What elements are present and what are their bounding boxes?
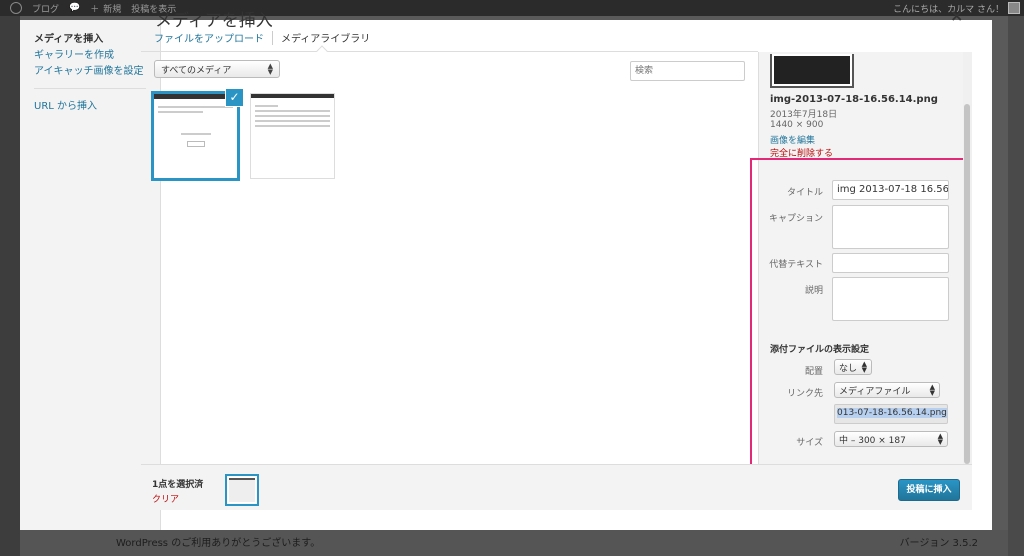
site-name-link[interactable]: ブログ <box>32 2 59 15</box>
menu-separator <box>34 88 146 89</box>
tab-media-library[interactable]: メディアライブラリ <box>273 30 370 45</box>
attachment-thumbnail[interactable] <box>250 93 335 179</box>
align-select[interactable]: なし ▲ ▼ <box>834 359 872 375</box>
size-select[interactable]: 中 – 300 × 187 ▲ ▼ <box>834 431 948 447</box>
close-icon[interactable]: × <box>950 6 963 25</box>
attachment-date: 2013年7月18日 <box>770 110 838 120</box>
menu-item-insert-media[interactable]: メディアを挿入 <box>20 32 160 48</box>
frame-title: メディアを挿入 <box>155 11 273 31</box>
avatar[interactable] <box>1008 2 1020 14</box>
wp-logo-icon[interactable] <box>10 2 22 14</box>
alt-text-label: 代替テキスト <box>769 260 823 270</box>
media-menu: メディアを挿入 ギャラリーを作成 アイキャッチ画像を設定 URL から挿入 <box>20 20 161 530</box>
footer-thanks: WordPress のご利用ありがとうございます。 <box>116 538 321 549</box>
description-label: 説明 <box>804 286 823 296</box>
link-to-label: リンク先 <box>786 389 823 399</box>
search-input[interactable] <box>630 61 745 81</box>
caption-field[interactable] <box>832 205 949 249</box>
greeting-link[interactable]: こんにちは、カルマ さん！ <box>893 2 1004 15</box>
clear-selection-link[interactable]: クリア <box>152 492 179 505</box>
select-arrows-icon: ▲ ▼ <box>937 432 943 446</box>
admin-bar: ブログ 💬 ＋ 新規 投稿を表示 こんにちは、カルマ さん！ <box>0 0 1024 16</box>
admin-menu-rail <box>0 16 20 556</box>
comments-icon[interactable]: 💬 <box>69 3 80 13</box>
admin-footer: WordPress のご利用ありがとうございます。 バージョン 3.5.2 <box>20 530 1008 556</box>
new-content-label: 新規 <box>103 4 122 15</box>
size-label: サイズ <box>796 438 823 448</box>
media-filter-select[interactable]: すべてのメディア ▲ ▼ <box>154 60 280 78</box>
attachment-preview-thumbnail <box>770 54 854 88</box>
edit-image-link[interactable]: 画像を編集 <box>770 133 815 146</box>
new-content-link[interactable]: ＋ 新規 <box>90 2 121 15</box>
alt-text-field[interactable] <box>832 253 949 273</box>
menu-item-create-gallery[interactable]: ギャラリーを作成 <box>20 48 160 64</box>
title-label: タイトル <box>786 188 823 198</box>
sidebar-scrollbar-thumb[interactable] <box>964 104 970 464</box>
insert-into-post-button[interactable]: 投稿に挿入 <box>898 479 960 501</box>
select-arrows-icon: ▲ ▼ <box>861 360 867 374</box>
router-divider <box>141 51 758 52</box>
admin-scroll-rail <box>1008 16 1024 556</box>
selection-count: 1点を選択済 <box>152 480 204 490</box>
description-field[interactable] <box>832 277 949 321</box>
attachment-filename: img-2013-07-18-16.56.14.png <box>770 94 938 105</box>
caption-label: キャプション <box>768 214 823 224</box>
title-field[interactable]: img 2013-07-18 16.56.1 <box>832 180 949 200</box>
select-arrows-icon: ▲ ▼ <box>267 62 273 76</box>
footer-version: バージョン 3.5.2 <box>899 538 978 549</box>
align-value: なし <box>839 363 858 374</box>
link-url-value: 013-07-18-16.56.14.png <box>837 408 947 418</box>
media-filter-value: すべてのメディア <box>161 65 232 76</box>
attachment-dimensions: 1440 × 900 <box>770 120 824 130</box>
link-to-value: メディアファイル <box>839 386 911 397</box>
select-arrows-icon: ▲ ▼ <box>929 383 935 397</box>
checkmark-icon[interactable]: ✓ <box>225 88 244 107</box>
display-settings-heading: 添付ファイルの表示設定 <box>770 345 870 355</box>
align-label: 配置 <box>804 367 823 377</box>
tab-upload-files[interactable]: ファイルをアップロード <box>154 30 272 45</box>
menu-item-featured-image[interactable]: アイキャッチ画像を設定 <box>20 64 160 80</box>
link-url-field[interactable]: 013-07-18-16.56.14.png <box>834 404 948 424</box>
media-toolbar-bottom <box>141 464 972 510</box>
link-to-select[interactable]: メディアファイル ▲ ▼ <box>834 382 940 398</box>
router-tabs: ファイルをアップロード メディアライブラリ <box>154 30 370 45</box>
selected-attachment-thumbnail[interactable] <box>225 474 259 506</box>
menu-item-insert-from-url[interactable]: URL から挿入 <box>20 99 160 115</box>
size-value: 中 – 300 × 187 <box>839 435 906 446</box>
plus-icon: ＋ <box>90 4 100 15</box>
